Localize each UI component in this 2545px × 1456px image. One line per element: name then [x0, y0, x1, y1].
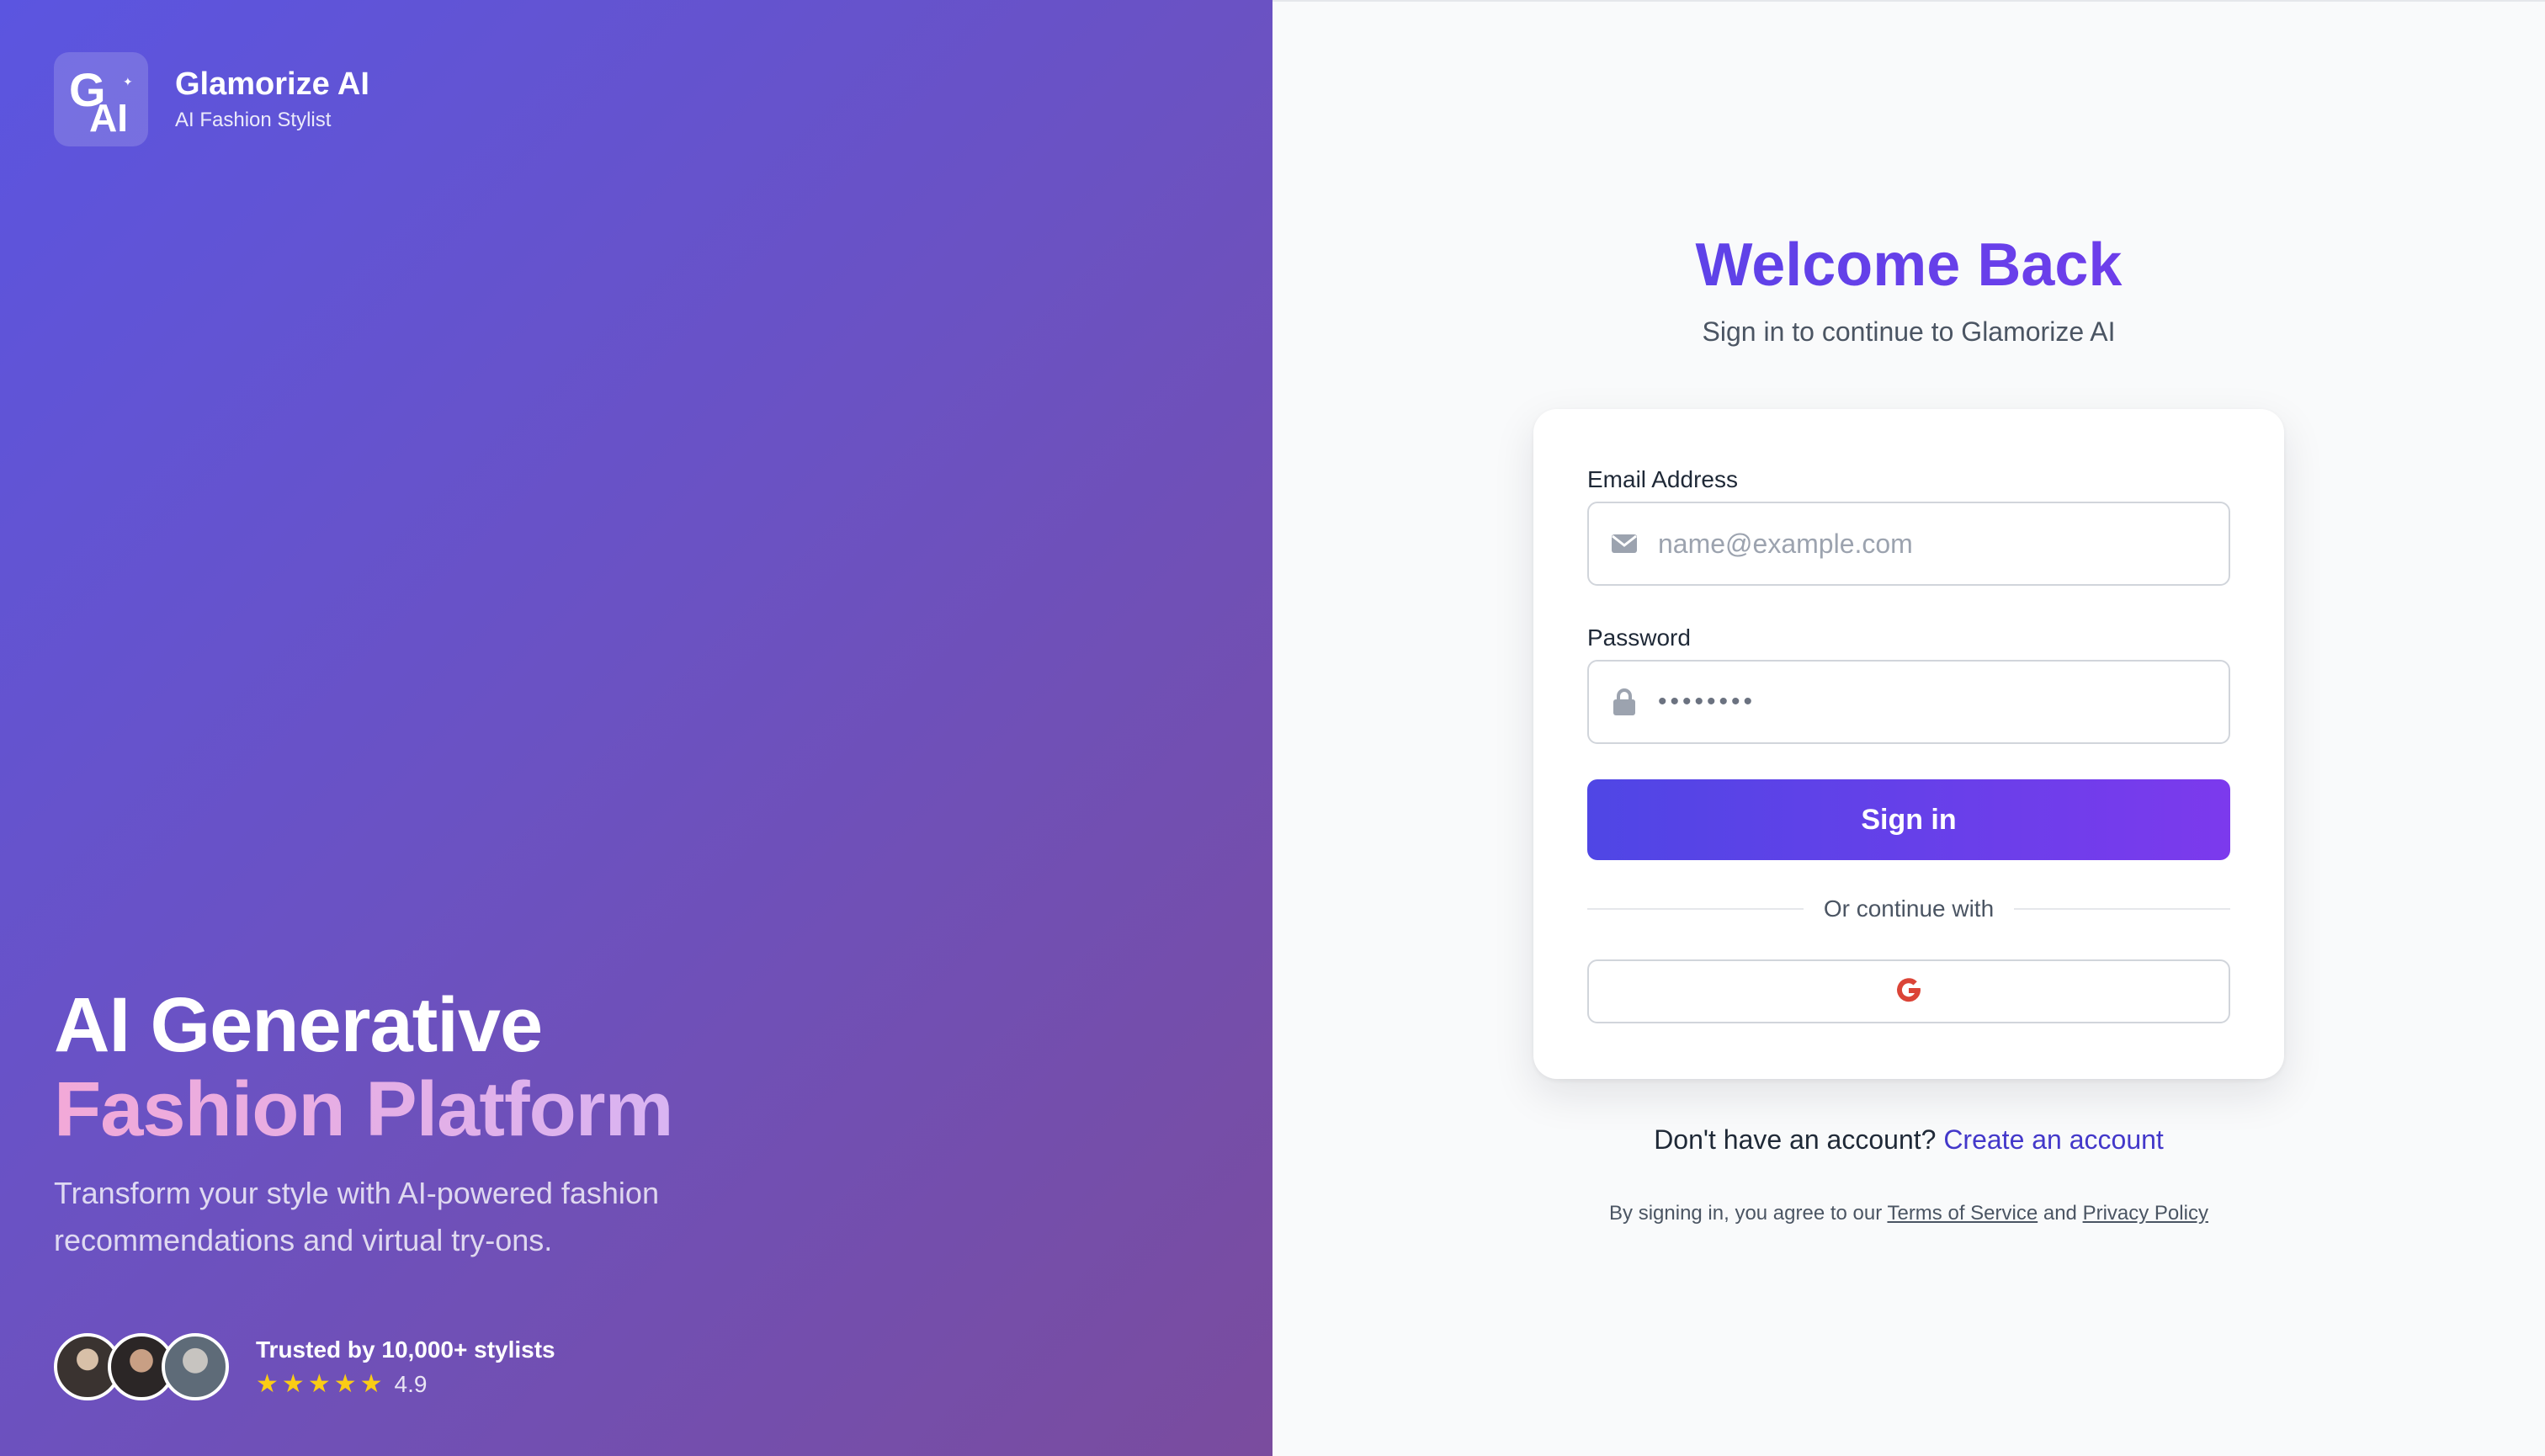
- brand-name: Glamorize AI: [175, 66, 369, 102]
- brand-logo: G AI ✦: [54, 52, 148, 146]
- rating-value: 4.9: [394, 1371, 428, 1397]
- signin-button[interactable]: Sign in: [1587, 779, 2230, 860]
- password-field[interactable]: ••••••••: [1587, 660, 2230, 744]
- hero-panel: G AI ✦ Glamorize AI AI Fashion Stylist A…: [0, 0, 1272, 1456]
- envelope-icon: [1607, 534, 1641, 554]
- star-icon: ★: [281, 1370, 305, 1398]
- star-icon: ★: [256, 1370, 279, 1398]
- signup-prompt-text: Don't have an account?: [1654, 1124, 1937, 1155]
- hero-subtitle: Transform your style with AI-powered fas…: [54, 1176, 659, 1257]
- email-input[interactable]: [1658, 518, 2213, 569]
- legal-and: and: [2043, 1202, 2077, 1225]
- legal-notice: By signing in, you agree to our Terms of…: [1272, 1200, 2545, 1227]
- google-icon: [1894, 976, 1923, 1007]
- signup-prompt: Don't have an account? Create an account: [1272, 1121, 2545, 1158]
- trust-title: Trusted by 10,000+ stylists: [256, 1336, 555, 1363]
- rating: ★ ★ ★ ★ ★ 4.9: [256, 1370, 555, 1399]
- trust-text: Trusted by 10,000+ stylists ★ ★ ★ ★ ★ 4.…: [256, 1335, 555, 1399]
- terms-link[interactable]: Terms of Service: [1887, 1202, 2038, 1225]
- create-account-link[interactable]: Create an account: [1943, 1124, 2164, 1155]
- star-icon: ★: [333, 1370, 357, 1398]
- hero-title-line1: AI Generative: [54, 982, 543, 1068]
- divider-line: [1587, 908, 1804, 910]
- brand[interactable]: G AI ✦ Glamorize AI AI Fashion Stylist: [54, 52, 369, 146]
- trust-badge: Trusted by 10,000+ stylists ★ ★ ★ ★ ★ 4.…: [54, 1333, 555, 1400]
- page-subtitle: Sign in to continue to Glamorize AI: [1702, 316, 2116, 347]
- avatar: [162, 1333, 229, 1400]
- email-field[interactable]: [1587, 502, 2230, 586]
- legal-prefix: By signing in, you agree to our: [1609, 1202, 1883, 1225]
- page-title: Welcome Back: [1272, 229, 2545, 301]
- password-input[interactable]: ••••••••: [1658, 688, 1756, 716]
- hero-title-line2: Fashion Platform: [54, 1066, 673, 1152]
- divider: Or continue with: [1587, 894, 2231, 924]
- divider-line: [2014, 908, 2231, 910]
- divider-text: Or continue with: [1823, 895, 1995, 922]
- star-icon: ★: [359, 1370, 383, 1398]
- brand-text: Glamorize AI AI Fashion Stylist: [175, 65, 369, 134]
- avatar-stack: [54, 1333, 229, 1400]
- privacy-link[interactable]: Privacy Policy: [2083, 1202, 2208, 1225]
- brand-tagline: AI Fashion Stylist: [175, 109, 332, 131]
- lock-icon: [1607, 688, 1641, 716]
- password-label: Password: [1587, 624, 1691, 651]
- svg-text:✦: ✦: [123, 76, 133, 89]
- star-icon: ★: [307, 1370, 331, 1398]
- signin-form: Email Address Password •••••••• Sign in: [1533, 409, 2284, 1079]
- svg-text:AI: AI: [89, 96, 128, 136]
- google-signin-button[interactable]: [1587, 959, 2230, 1023]
- auth-panel: Welcome Back Sign in to continue to Glam…: [1272, 0, 2545, 1456]
- hero-title: AI Generative Fashion Platform: [54, 982, 673, 1152]
- email-label: Email Address: [1587, 466, 1738, 492]
